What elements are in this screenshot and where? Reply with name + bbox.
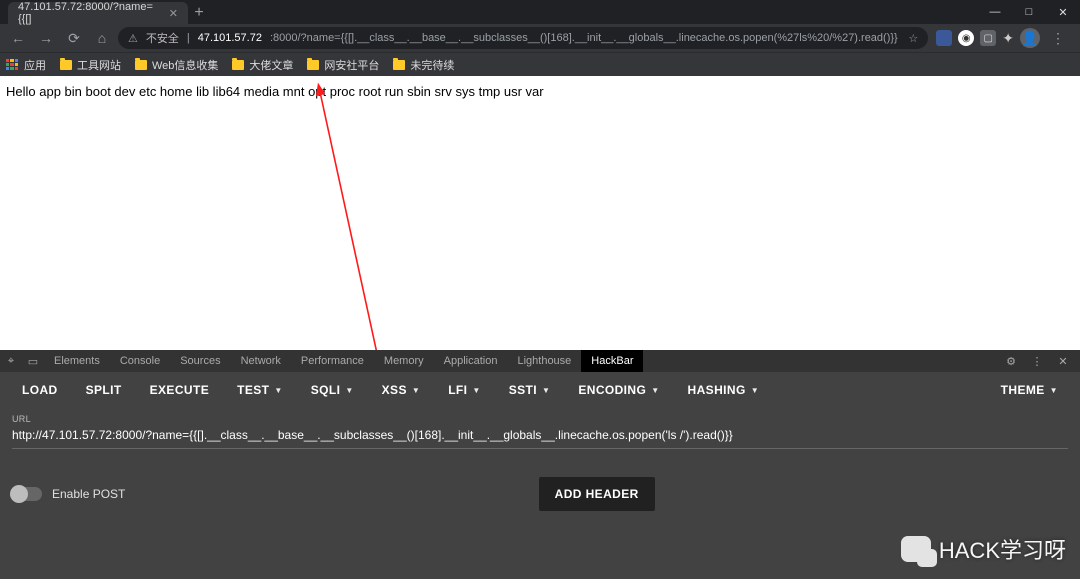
devtools-tab-console[interactable]: Console: [110, 350, 170, 372]
forward-button[interactable]: →: [34, 26, 58, 50]
omnibox[interactable]: ⚠ 不安全 | 47.101.57.72 :8000/?name={{[].__c…: [118, 27, 928, 49]
devtools-more-icon[interactable]: ⋮: [1026, 355, 1048, 368]
url-label: URL: [12, 414, 1068, 424]
url-host: 47.101.57.72: [198, 32, 262, 44]
apps-label: 应用: [24, 57, 46, 73]
bookmark-folder[interactable]: 未完待续: [393, 57, 454, 73]
devtools-close-icon[interactable]: ✕: [1052, 355, 1074, 368]
devtools-tabbar: ⌖ ▭ Elements Console Sources Network Per…: [0, 350, 1080, 372]
watermark: HACK学习呀: [901, 533, 1066, 565]
sqli-menu[interactable]: SQLI▼: [303, 377, 362, 403]
inspect-icon[interactable]: ⌖: [0, 355, 22, 368]
lfi-menu[interactable]: LFI▼: [440, 377, 489, 403]
bookmarks-bar: 应用 工具网站 Web信息收集 大佬文章 网安社平台 未完待续: [0, 52, 1080, 76]
close-window-button[interactable]: ✕: [1046, 0, 1080, 24]
device-toggle-icon[interactable]: ▭: [22, 355, 44, 368]
folder-icon: [60, 60, 72, 70]
bookmark-label: 网安社平台: [324, 57, 379, 73]
folder-icon: [307, 60, 319, 70]
devtools-tab-performance[interactable]: Performance: [291, 350, 374, 372]
extensions-puzzle-icon[interactable]: ✦: [1002, 30, 1014, 47]
apps-button[interactable]: 应用: [6, 57, 46, 73]
maximize-button[interactable]: □: [1012, 0, 1046, 24]
devtools-panel: ⌖ ▭ Elements Console Sources Network Per…: [0, 350, 1080, 579]
devtools-tab-lighthouse[interactable]: Lighthouse: [507, 350, 581, 372]
hackbar-url-zone: URL: [0, 408, 1080, 449]
tab-title: 47.101.57.72:8000/?name={{[]: [18, 1, 161, 25]
reload-button[interactable]: ⟳: [62, 26, 86, 50]
enable-post-toggle[interactable]: [12, 487, 42, 501]
browser-tab[interactable]: 47.101.57.72:8000/?name={{[] ✕: [8, 2, 188, 24]
execute-button[interactable]: EXECUTE: [142, 377, 217, 403]
add-header-button[interactable]: ADD HEADER: [539, 477, 655, 511]
devtools-tab-network[interactable]: Network: [231, 350, 291, 372]
folder-icon: [393, 60, 405, 70]
profile-avatar-icon[interactable]: 👤: [1020, 28, 1040, 48]
close-tab-icon[interactable]: ✕: [169, 7, 178, 20]
address-bar: ← → ⟳ ⌂ ⚠ 不安全 | 47.101.57.72 :8000/?name=…: [0, 24, 1080, 52]
encoding-menu[interactable]: ENCODING▼: [570, 377, 667, 403]
minimize-button[interactable]: —: [978, 0, 1012, 24]
url-path: :8000/?name={{[].__class__.__base__.__su…: [270, 32, 898, 44]
response-body-text: Hello app bin boot dev etc home lib lib6…: [6, 84, 544, 99]
enable-post-label: Enable POST: [52, 487, 125, 501]
bookmark-folder[interactable]: 工具网站: [60, 57, 121, 73]
url-input[interactable]: [12, 424, 1068, 449]
window-controls: — □ ✕: [978, 0, 1080, 24]
bookmark-folder[interactable]: Web信息收集: [135, 57, 218, 73]
hashing-menu[interactable]: HASHING▼: [680, 377, 767, 403]
wechat-icon: [901, 536, 931, 562]
bookmark-label: 工具网站: [77, 57, 121, 73]
devtools-tab-hackbar[interactable]: HackBar: [581, 350, 643, 372]
back-button[interactable]: ←: [6, 26, 30, 50]
separator: |: [187, 32, 190, 44]
bookmark-folder[interactable]: 大佬文章: [232, 57, 293, 73]
bookmark-folder[interactable]: 网安社平台: [307, 57, 379, 73]
devtools-settings-icon[interactable]: ⚙: [1000, 355, 1022, 368]
test-menu[interactable]: TEST▼: [229, 377, 291, 403]
folder-icon: [232, 60, 244, 70]
warning-icon: ⚠: [128, 32, 138, 45]
insecure-label: 不安全: [146, 30, 179, 46]
extension-icon[interactable]: [936, 30, 952, 46]
devtools-tab-sources[interactable]: Sources: [170, 350, 230, 372]
bookmark-star-icon[interactable]: ☆: [908, 32, 918, 45]
home-button[interactable]: ⌂: [90, 26, 114, 50]
xss-menu[interactable]: XSS▼: [374, 377, 429, 403]
tab-strip: 47.101.57.72:8000/?name={{[] ✕ + — □ ✕: [0, 0, 1080, 24]
bookmark-label: Web信息收集: [152, 57, 218, 73]
extension-square-icon[interactable]: ▢: [980, 30, 996, 46]
bookmark-label: 未完待续: [410, 57, 454, 73]
hackbar-panel: LOAD SPLIT EXECUTE TEST▼ SQLI▼ XSS▼ LFI▼…: [0, 372, 1080, 579]
hackbar-bottom-row: Enable POST ADD HEADER: [0, 449, 1080, 511]
browser-menu-icon[interactable]: ⋮: [1046, 26, 1070, 50]
bookmark-label: 大佬文章: [249, 57, 293, 73]
extension-owl-icon[interactable]: ◉: [958, 30, 974, 46]
page-content: Hello app bin boot dev etc home lib lib6…: [0, 76, 1080, 350]
apps-grid-icon: [6, 59, 18, 71]
watermark-text: HACK学习呀: [939, 533, 1066, 565]
devtools-tab-application[interactable]: Application: [434, 350, 508, 372]
ssti-menu[interactable]: SSTI▼: [501, 377, 559, 403]
split-button[interactable]: SPLIT: [78, 377, 130, 403]
devtools-tab-elements[interactable]: Elements: [44, 350, 110, 372]
load-button[interactable]: LOAD: [14, 377, 66, 403]
theme-menu[interactable]: THEME▼: [993, 377, 1066, 403]
folder-icon: [135, 60, 147, 70]
new-tab-button[interactable]: +: [188, 2, 210, 24]
devtools-tab-memory[interactable]: Memory: [374, 350, 434, 372]
extensions-group: ◉ ▢ ✦ 👤 ⋮: [932, 26, 1074, 50]
hackbar-toolbar: LOAD SPLIT EXECUTE TEST▼ SQLI▼ XSS▼ LFI▼…: [0, 372, 1080, 408]
